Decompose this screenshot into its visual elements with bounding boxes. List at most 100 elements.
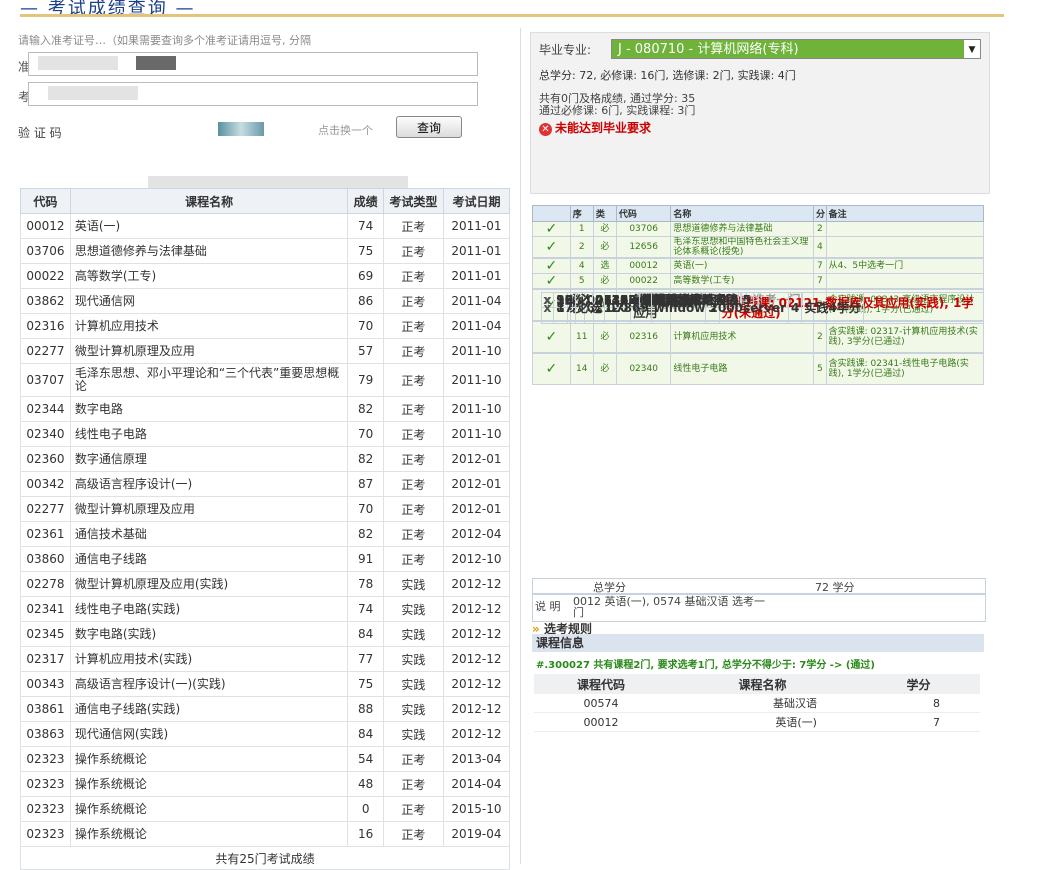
table-row: 03861 通信电子线路(实践) 88 实践 2012-12 — [20, 696, 511, 722]
grade-code: 00342 — [20, 471, 71, 497]
grade-score: 86 — [347, 288, 384, 314]
query-button[interactable]: 查询 — [396, 116, 462, 138]
grade-type: 正考 — [382, 496, 444, 522]
table-row: 00022 高等数学(工专) 69 正考 2011-01 — [20, 263, 511, 289]
grade-name: 毛泽东思想、邓小平理论和“三个代表”重要思想概论 — [69, 363, 349, 397]
grade-type: 实践 — [382, 671, 444, 697]
grade-name: 线性电子电路(实践) — [69, 596, 349, 622]
grade-code: 02277 — [20, 338, 71, 364]
grade-score: 77 — [347, 646, 384, 672]
plan-name: 线性电子电路 — [670, 353, 815, 385]
table-row: 00342 高级语言程序设计(一) 87 正考 2012-01 — [20, 471, 511, 497]
elective-row: 00012 英语(一) 7 — [534, 712, 980, 732]
plan-credit: 5 — [813, 353, 827, 385]
grade-type: 正考 — [382, 546, 444, 572]
grade-name: 思想道德修养与法律基础 — [69, 238, 349, 264]
grade-score: 82 — [347, 521, 384, 547]
grade-name: 英语(一) — [69, 213, 349, 239]
page-header: — 考试成绩查询 — — [0, 0, 1044, 20]
grade-type: 正考 — [382, 288, 444, 314]
plan-name: 思想道德修养与法律基础 — [670, 221, 815, 237]
grade-name: 现代通信网 — [69, 288, 349, 314]
table-row: 00012 英语(一) 74 正考 2011-01 — [20, 213, 511, 239]
table-row: 02344 数字电路 82 正考 2011-10 — [20, 396, 511, 422]
col-name: 课程名称 — [69, 188, 349, 214]
grade-name: 操作系统概论 — [69, 746, 349, 772]
grade-score: 70 — [347, 313, 384, 339]
plan-credit: 7 — [813, 273, 827, 289]
plan-cat: 必选 — [574, 291, 605, 324]
grade-date: 2012-04 — [442, 521, 511, 547]
table-row: 02361 通信技术基础 82 正考 2012-04 — [20, 521, 511, 547]
table-row: 03862 现代通信网 86 正考 2011-04 — [20, 288, 511, 314]
table-row: 00343 高级语言程序设计(一)(实践) 75 实践 2012-12 — [20, 671, 511, 697]
redaction — [38, 56, 118, 70]
grade-score: 0 — [347, 796, 384, 822]
plan-credit: 2 — [813, 221, 827, 237]
grade-name: 通信技术基础 — [69, 521, 349, 547]
plan-row: ✓ 14 必 02340 线性电子电路 5 含实践课: 02341-线性电子电路(实践), … — [532, 353, 985, 385]
grade-date: 2012-10 — [442, 546, 511, 572]
table-row: 03860 通信电子线路 91 正考 2012-10 — [20, 546, 511, 572]
grade-score: 91 — [347, 546, 384, 572]
check-icon: ✓ — [532, 353, 571, 385]
grade-name: 计算机应用技术 — [69, 313, 349, 339]
plan-total-value: 72 学分 — [815, 581, 855, 594]
redaction — [136, 56, 176, 70]
plan-col-code: 代码 — [615, 205, 672, 222]
grade-score: 88 — [347, 696, 384, 722]
grade-date: 2014-04 — [442, 771, 511, 797]
plan-code: 02340 — [615, 353, 672, 385]
table-row: 02323 操作系统概论 54 正考 2013-04 — [20, 746, 511, 772]
grade-code: 02316 — [20, 313, 71, 339]
plan-row: x 17 必选 07869 window 2000server 4 实践4学分 — [540, 291, 864, 324]
grade-date: 2011-10 — [442, 338, 511, 364]
table-row: 02323 操作系统概论 0 正考 2015-10 — [20, 796, 511, 822]
plan-name: window 2000server — [650, 291, 790, 324]
elective-col-code: 课程代码 — [534, 674, 669, 694]
grade-date: 2015-10 — [442, 796, 511, 822]
captcha-label: 验 证 码 — [18, 126, 62, 140]
grade-code: 00343 — [20, 671, 71, 697]
grade-score: 82 — [347, 446, 384, 472]
refresh-captcha-link[interactable]: 点击换一个 — [318, 122, 373, 138]
grade-code: 03706 — [20, 238, 71, 264]
plan-name: 计算机应用技术 — [670, 321, 815, 353]
grade-code: 02341 — [20, 596, 71, 622]
grade-score: 75 — [347, 671, 384, 697]
grade-score: 70 — [347, 496, 384, 522]
grade-name: 数字电路(实践) — [69, 621, 349, 647]
grade-type: 正考 — [382, 521, 444, 547]
grade-type: 正考 — [382, 746, 444, 772]
grade-code: 02278 — [20, 571, 71, 597]
grade-score: 48 — [347, 771, 384, 797]
major-select[interactable]: J - 080710 - 计算机网络(专科) ▼ — [611, 39, 981, 59]
plan-col-note: 备注 — [825, 205, 985, 222]
table-row: 02340 线性电子电路 70 正考 2011-10 — [20, 421, 511, 447]
plan-row: ✓ 1 必 03706 思想道德修养与法律基础 2 — [532, 221, 985, 237]
grade-name: 操作系统概论 — [69, 771, 349, 797]
grade-score: 82 — [347, 396, 384, 422]
grade-score: 54 — [347, 746, 384, 772]
grade-date: 2012-12 — [442, 596, 511, 622]
plan-col-status — [532, 205, 571, 222]
plan-total-label: 总学分 — [593, 581, 626, 594]
grade-date: 2012-12 — [442, 646, 511, 672]
column-divider — [520, 28, 521, 864]
grade-type: 正考 — [382, 771, 444, 797]
plan-row: ✓ 11 必 02316 计算机应用技术 2 含实践课: 02317-计算机应用技术(实践)… — [532, 321, 985, 353]
table-row: 03707 毛泽东思想、邓小平理论和“三个代表”重要思想概论 79 正考 2011-10 — [20, 363, 511, 397]
table-row: 03863 现代通信网(实践) 84 实践 2012-12 — [20, 721, 511, 747]
pass-info: 共有0门及格成绩, 通过学分: 35 通过必修课: 6门, 实践课程: 3门 — [539, 93, 695, 117]
plan-name: 高等数学(工专) — [670, 273, 815, 289]
major-label: 毕业专业: — [539, 43, 592, 57]
grade-type: 实践 — [382, 696, 444, 722]
chevron-down-icon[interactable]: ▼ — [964, 40, 980, 58]
plan-no: 17 — [553, 291, 576, 324]
grade-code: 00022 — [20, 263, 71, 289]
captcha-image[interactable] — [218, 122, 264, 136]
plan-note-cell — [825, 273, 985, 289]
grade-type: 正考 — [382, 446, 444, 472]
grade-score: 16 — [347, 821, 384, 847]
grade-code: 02323 — [20, 796, 71, 822]
